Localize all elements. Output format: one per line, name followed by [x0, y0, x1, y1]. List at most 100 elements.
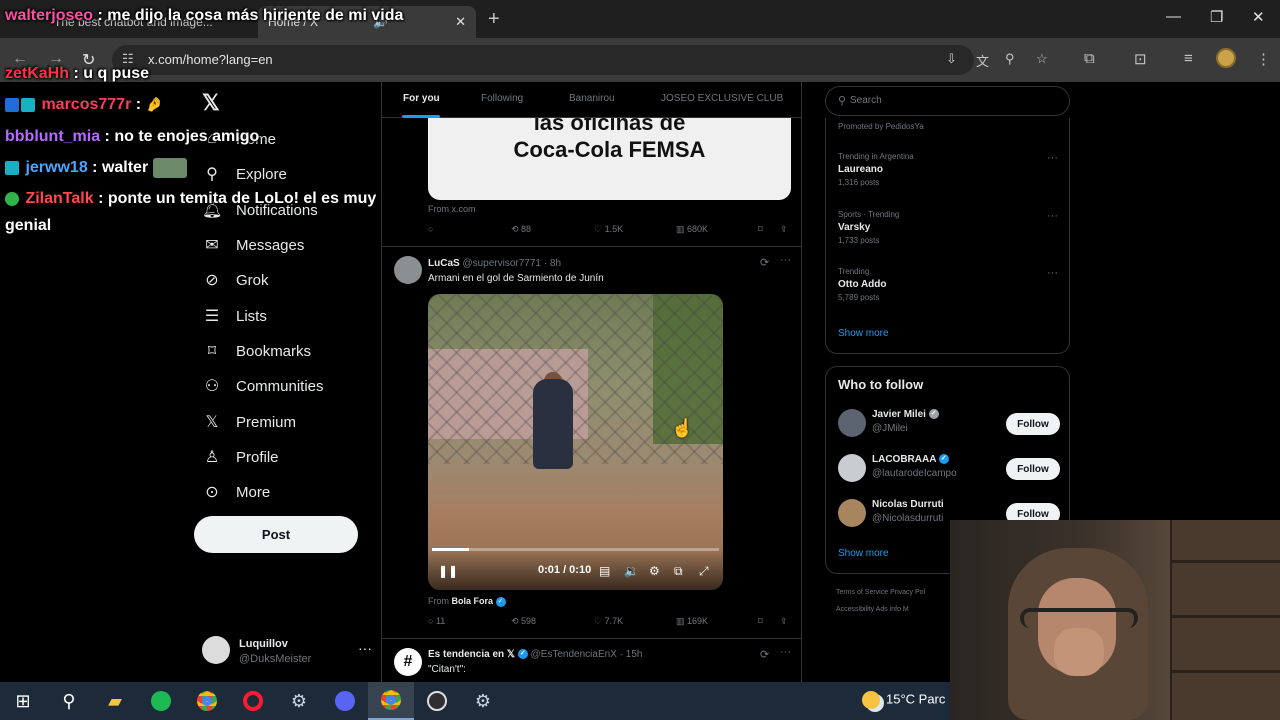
- video-source[interactable]: From Bola Fora ✓: [428, 596, 506, 607]
- video-player[interactable]: ❚❚ 0:01 / 0:10 ▤ 🔉 ⚙ ⧉ ⤢: [428, 294, 723, 590]
- trend-context: Trending in Argentina: [838, 152, 914, 161]
- reply-button[interactable]: ○ 11: [428, 616, 445, 626]
- search-icon[interactable]: ⚲: [46, 682, 92, 720]
- follow-suggestion[interactable]: LACOBRAAA ✓ @lautarodeIcampo Follow: [838, 454, 1060, 484]
- trend-item[interactable]: Trending in Argentina Laureano 1,316 pos…: [838, 152, 1058, 187]
- post-text: Armani en el gol de Sarmiento de Junín: [428, 273, 604, 284]
- trend-item[interactable]: Sports · Trending Varsky 1,733 posts ···: [838, 210, 1058, 245]
- like-button[interactable]: ♡ 7.7K: [594, 616, 623, 627]
- nav-profile[interactable]: ♙ Profile: [202, 442, 279, 472]
- post-button[interactable]: Post: [194, 516, 358, 553]
- tab-search-icon[interactable]: ⊡: [1134, 50, 1147, 68]
- steam-icon[interactable]: ⚙: [276, 682, 322, 720]
- like-button[interactable]: ♡ 1.5K: [594, 224, 623, 235]
- start-windows-icon[interactable]: ⊞: [0, 682, 46, 720]
- follow-button[interactable]: Follow: [1006, 413, 1060, 435]
- verified-badge-icon: ✓: [495, 596, 506, 607]
- trend-item[interactable]: Trending Otto Addo 5,789 posts ···: [838, 267, 1058, 302]
- extensions-icon[interactable]: ⧉: [1084, 50, 1095, 67]
- video-time: 0:01 / 0:10: [538, 564, 592, 576]
- nav-lists[interactable]: ☰ Lists: [202, 301, 267, 331]
- install-icon[interactable]: ⇩: [946, 51, 957, 67]
- follow-button[interactable]: Follow: [1006, 458, 1060, 480]
- menu-kebab-icon[interactable]: ⋮: [1256, 50, 1271, 68]
- footer-links[interactable]: Terms of Service Privacy Pol: [836, 589, 925, 596]
- footer-links[interactable]: Accessibility Ads info M: [836, 606, 909, 613]
- bookmark-icon[interactable]: ⌑: [758, 224, 763, 235]
- zoom-icon[interactable]: ⚲: [1005, 51, 1015, 67]
- show-more-link[interactable]: Show more: [838, 328, 889, 339]
- more-dots-icon[interactable]: ···: [1047, 152, 1058, 164]
- bookmark-icon[interactable]: ⌑: [758, 616, 763, 627]
- more-dots-icon[interactable]: ···: [1047, 267, 1058, 279]
- tab-joseo-exclusive-club[interactable]: JOSEO EXCLUSIVE CLUB: [661, 93, 783, 104]
- new-tab-button[interactable]: +: [488, 8, 500, 31]
- media-controls-icon[interactable]: ≡: [1184, 50, 1193, 67]
- nav-more[interactable]: ⊙ More: [202, 477, 270, 507]
- chat-message: marcos777r : 🤌: [5, 91, 405, 118]
- more-dots-icon[interactable]: ···: [1047, 210, 1058, 222]
- card-source[interactable]: From x.com: [428, 204, 476, 214]
- post-time: 8h: [549, 258, 562, 269]
- promoted-label[interactable]: Promoted by PedidosYa: [838, 122, 924, 131]
- post-author[interactable]: LuCaS @supervisor7771 · 8h: [428, 258, 561, 269]
- grok-icon[interactable]: ⟳: [760, 256, 769, 269]
- follow-suggestion[interactable]: Javier Milei ✓ @JMilei Follow: [838, 409, 1060, 439]
- settings-gear-icon[interactable]: ⚙: [649, 564, 660, 578]
- minimize-button[interactable]: —: [1166, 8, 1181, 25]
- nav-bookmarks[interactable]: ⌑ Bookmarks: [202, 336, 311, 366]
- weather-widget[interactable]: 15°C Parc: [862, 691, 945, 709]
- avatar[interactable]: #: [394, 648, 422, 676]
- chrome-active-icon[interactable]: [368, 682, 414, 720]
- chat-message: jerww18 : walter: [5, 154, 405, 181]
- chat-username: ZilanTalk: [25, 190, 94, 207]
- file-explorer-icon[interactable]: ▰: [92, 682, 138, 720]
- opera-icon[interactable]: [230, 682, 276, 720]
- search-input[interactable]: ⚲ Search: [825, 86, 1070, 116]
- maximize-button[interactable]: ❐: [1210, 8, 1223, 26]
- picture-in-picture-icon[interactable]: ⧉: [674, 564, 683, 579]
- nav-premium[interactable]: 𝕏 Premium: [202, 407, 296, 437]
- volume-icon[interactable]: 🔉: [624, 564, 639, 578]
- avatar[interactable]: [394, 256, 422, 284]
- account-switcher[interactable]: Luquillov @DuksMeister ···: [202, 636, 372, 670]
- close-tab-icon[interactable]: ✕: [455, 14, 466, 30]
- views-button[interactable]: ▥ 680K: [676, 224, 708, 235]
- show-more-link[interactable]: Show more: [838, 548, 889, 559]
- translate-icon[interactable]: 文: [976, 51, 989, 70]
- spotify-icon[interactable]: [138, 682, 184, 720]
- views-count: 680K: [687, 224, 709, 234]
- reply-icon[interactable]: ○: [428, 224, 433, 234]
- card-text-line2: Coca-Cola FEMSA: [513, 137, 706, 162]
- captions-icon[interactable]: ▤: [599, 564, 610, 578]
- more-dots-icon[interactable]: ···: [780, 646, 791, 658]
- more-dots-icon[interactable]: ···: [780, 254, 791, 266]
- post-author[interactable]: Es tendencia en 𝕏 ✓ @EsTendenciaEnX · 15…: [428, 649, 642, 660]
- author-handle: @EsTendenciaEnX: [530, 649, 617, 660]
- views-button[interactable]: ▥ 169K: [676, 616, 708, 627]
- nav-grok[interactable]: ⊘ Grok: [202, 265, 268, 295]
- share-icon[interactable]: ⇪: [780, 224, 788, 235]
- obs-icon[interactable]: [414, 682, 460, 720]
- nav-communities[interactable]: ⚇ Communities: [202, 371, 324, 401]
- close-window-button[interactable]: ✕: [1252, 8, 1265, 26]
- tab-bananirou[interactable]: Bananirou: [569, 93, 615, 104]
- chrome-icon[interactable]: [184, 682, 230, 720]
- more-dots-icon[interactable]: ···: [358, 640, 372, 656]
- fullscreen-icon[interactable]: ⤢: [699, 564, 709, 579]
- steam-icon[interactable]: ⚙: [460, 682, 506, 720]
- bookmark-star-icon[interactable]: ☆: [1036, 51, 1048, 67]
- profile-avatar-icon[interactable]: [1216, 48, 1236, 68]
- tab-following[interactable]: Following: [481, 93, 523, 104]
- trend-name: Laureano: [838, 164, 884, 175]
- share-icon[interactable]: ⇪: [780, 616, 788, 627]
- grok-icon[interactable]: ⟳: [760, 648, 769, 661]
- pause-icon[interactable]: ❚❚: [438, 564, 458, 578]
- video-progress-bar[interactable]: [432, 548, 719, 551]
- retweet-button[interactable]: ⟲ 88: [511, 224, 531, 235]
- discord-icon[interactable]: [322, 682, 368, 720]
- avatar: [838, 454, 866, 482]
- tab-for-you[interactable]: For you: [403, 93, 440, 104]
- retweet-button[interactable]: ⟲ 598: [511, 616, 536, 627]
- media-card-image[interactable]: las oficinas de Coca-Cola FEMSA: [428, 118, 791, 200]
